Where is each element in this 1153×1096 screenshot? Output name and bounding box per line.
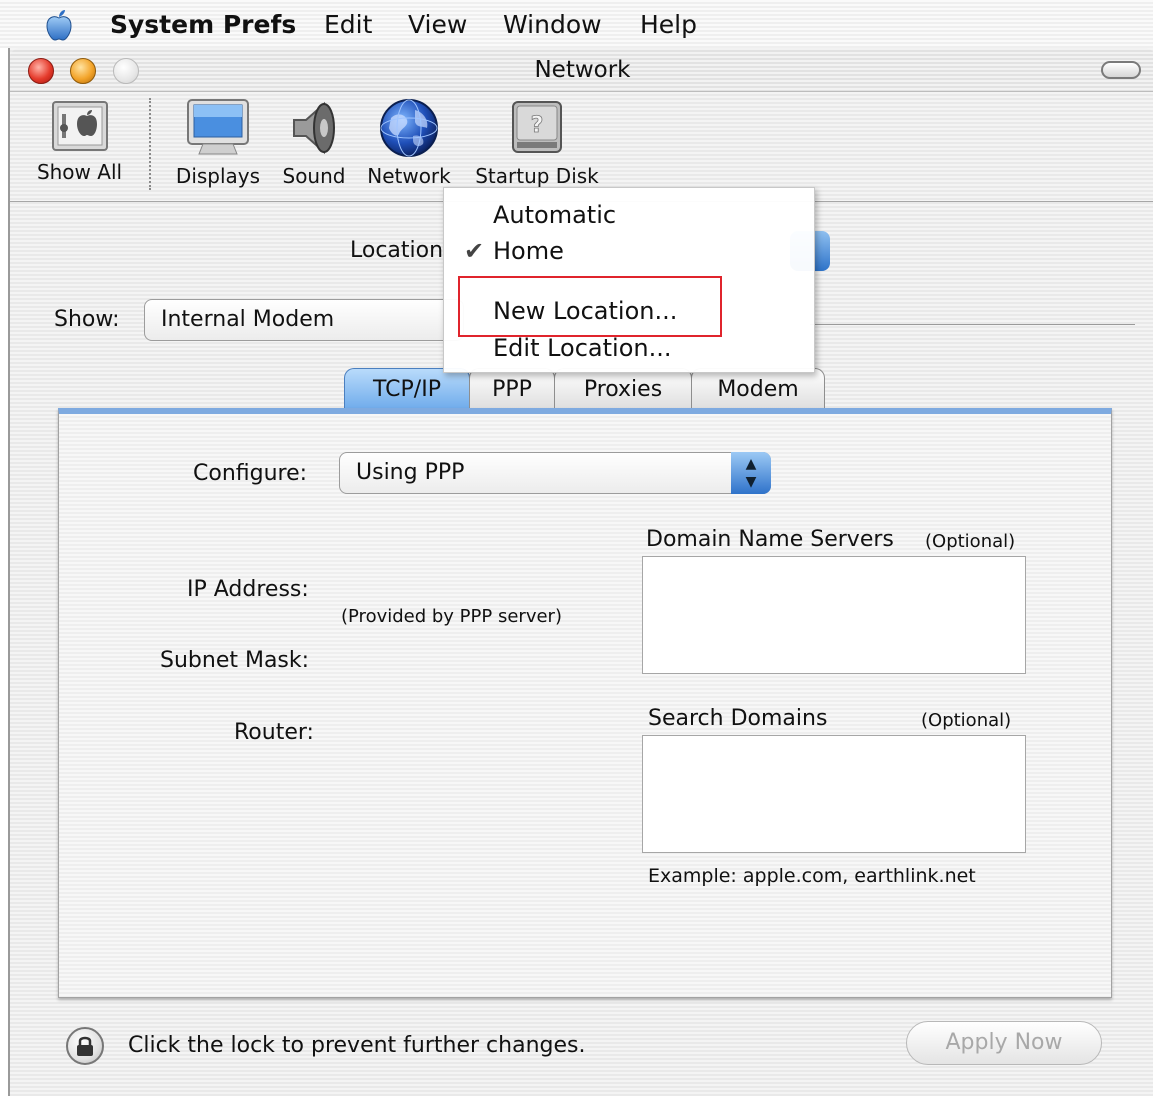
location-menu-item-edit-location[interactable]: Edit Location...	[493, 333, 672, 363]
tab-ppp[interactable]: PPP	[469, 368, 555, 412]
location-menu-item-automatic[interactable]: Automatic	[493, 200, 616, 230]
menu-view[interactable]: View	[408, 10, 467, 40]
toolbar-displays-label: Displays	[175, 164, 261, 188]
dns-optional-note: (Optional)	[925, 531, 1016, 552]
search-domains-optional-note: (Optional)	[921, 710, 1012, 731]
show-label: Show:	[54, 307, 120, 332]
tab-tcpip[interactable]: TCP/IP	[344, 368, 470, 412]
configure-popup-value: Using PPP	[356, 460, 465, 485]
configure-label: Configure:	[193, 461, 308, 486]
show-popup[interactable]: Internal Modem	[144, 299, 464, 341]
dns-servers-field[interactable]	[642, 556, 1026, 674]
toolbar-network[interactable]: Network	[364, 98, 454, 188]
location-menu-item-new-location[interactable]: New Location...	[493, 296, 677, 326]
dns-servers-label: Domain Name Servers	[646, 527, 894, 552]
configure-popup[interactable]: Using PPP ▲ ▼	[339, 452, 771, 494]
toolbar-separator	[149, 98, 151, 190]
svg-text:?: ?	[531, 113, 544, 138]
toolbar-displays[interactable]: Displays	[172, 98, 264, 188]
router-label: Router:	[234, 720, 314, 745]
lock-hint-text: Click the lock to prevent further change…	[128, 1033, 586, 1058]
toolbar-sound[interactable]: Sound	[278, 98, 350, 188]
tab-proxies[interactable]: Proxies	[554, 368, 692, 412]
ip-address-label: IP Address:	[187, 577, 309, 602]
toolbar-show-all[interactable]: Show All	[32, 98, 127, 184]
toolbar-toggle-button[interactable]	[1101, 61, 1141, 79]
padlock-glyph-icon	[77, 1036, 93, 1056]
menu-help[interactable]: Help	[640, 10, 697, 40]
location-menu-item-home[interactable]: Home	[493, 236, 564, 266]
apply-now-button[interactable]: Apply Now	[906, 1021, 1102, 1065]
lock-icon[interactable]	[66, 1027, 104, 1065]
separator-line	[810, 324, 1135, 325]
toolbar-startup-disk[interactable]: ? Startup Disk	[472, 98, 602, 188]
apple-menu-icon[interactable]	[42, 8, 76, 42]
show-all-icon	[51, 101, 108, 151]
title-bar[interactable]: Network	[10, 48, 1153, 92]
toolbar-startup-disk-label: Startup Disk	[475, 164, 599, 188]
menu-bar: System Prefs Edit View Window Help	[0, 0, 1153, 48]
toolbar-show-all-label: Show All	[36, 160, 123, 184]
tab-modem[interactable]: Modem	[691, 368, 825, 412]
show-popup-value: Internal Modem	[161, 307, 335, 332]
up-down-arrows-icon: ▲ ▼	[731, 452, 771, 494]
menu-edit[interactable]: Edit	[324, 10, 372, 40]
location-dropdown-menu: Automatic ✔ Home New Location... Edit Lo…	[443, 187, 815, 373]
checkmark-icon: ✔	[464, 237, 485, 265]
subnet-mask-label: Subnet Mask:	[160, 648, 310, 673]
tab-bar: TCP/IP PPP Proxies Modem	[344, 368, 825, 412]
search-domains-field[interactable]	[642, 735, 1026, 853]
provided-by-ppp-note: (Provided by PPP server)	[341, 606, 562, 627]
search-domains-label: Search Domains	[648, 706, 828, 731]
displays-icon	[187, 99, 249, 155]
toolbar-sound-label: Sound	[282, 164, 346, 188]
menu-app-name[interactable]: System Prefs	[110, 10, 296, 40]
hard-disk-icon: ?	[512, 101, 562, 153]
globe-icon	[380, 99, 438, 157]
window-title: Network	[534, 57, 631, 83]
toolbar-network-label: Network	[367, 164, 451, 188]
location-label: Location	[350, 238, 444, 263]
search-domains-example: Example: apple.com, earthlink.net	[648, 865, 976, 887]
speaker-icon	[293, 101, 335, 155]
menu-window[interactable]: Window	[503, 10, 602, 40]
tcpip-panel: Configure: Using PPP ▲ ▼ IP Address: (Pro…	[58, 408, 1112, 998]
toolbar: Show All Displays Sound Network ? Startu…	[10, 92, 1153, 202]
